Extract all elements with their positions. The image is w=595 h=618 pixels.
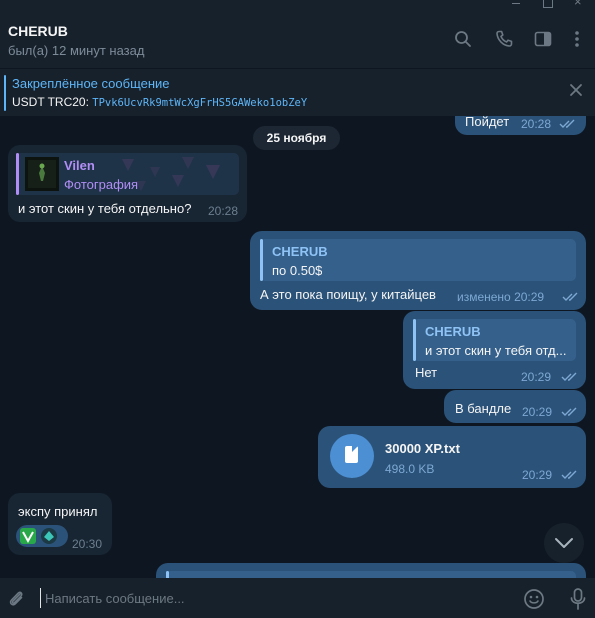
message-bubble[interactable]: CHERUB по 0.50$ А это пока поищу, у кита…	[250, 231, 586, 310]
reply-sender: Vilen	[64, 158, 95, 173]
chat-messages[interactable]: Пойдет 20:28 25 ноября Vilen Фотография	[0, 116, 595, 578]
minimize-icon[interactable]	[510, 0, 522, 8]
message-text: Нет	[415, 365, 438, 380]
paperclip-icon[interactable]	[6, 589, 26, 609]
message-time: 20:29	[521, 370, 552, 384]
message-text: В бандле	[455, 401, 512, 416]
message-bubble[interactable]	[156, 563, 586, 578]
reply-accent-bar	[166, 571, 169, 578]
close-window-icon[interactable]	[573, 0, 585, 9]
message-bubble[interactable]: Vilen Фотография и этот скин у тебя отде…	[8, 145, 247, 222]
message-bubble[interactable]: В бандле 20:29	[444, 390, 586, 423]
message-bubble[interactable]: CHERUB и этот скин у тебя отд... Нет 20:…	[403, 311, 586, 389]
reply-sender: CHERUB	[272, 244, 328, 259]
sidebar-toggle-icon[interactable]	[533, 29, 553, 49]
message-composer	[0, 578, 595, 618]
file-size: 498.0 KB	[385, 462, 435, 476]
date-separator: 25 ноября	[253, 126, 340, 150]
double-check-icon	[561, 372, 577, 381]
file-message-bubble[interactable]: 30000 XP.txt 498.0 KB 20:29	[318, 426, 586, 488]
message-text: А это пока поищу, у китайцев	[260, 287, 436, 302]
message-time: 20:28	[521, 117, 552, 131]
reaction-badge[interactable]	[16, 525, 68, 547]
reply-accent-bar	[16, 153, 19, 195]
reply-accent-bar	[413, 319, 416, 361]
phone-icon[interactable]	[494, 29, 514, 49]
message-text: экспу принял	[18, 504, 98, 519]
reply-preview[interactable]: CHERUB по 0.50$	[260, 239, 576, 281]
message-bubble[interactable]: экспу принял 20:30	[8, 493, 112, 555]
reply-pattern	[122, 157, 220, 191]
emoji-icon[interactable]	[523, 588, 545, 610]
search-icon[interactable]	[453, 29, 473, 49]
pinned-text-prefix: USDT TRC20:	[12, 95, 93, 109]
reply-preview[interactable]: Vilen Фотография	[16, 153, 239, 195]
chevron-down-icon[interactable]	[544, 523, 584, 563]
window-titlebar	[0, 0, 595, 10]
message-time: 20:28	[208, 204, 239, 218]
chat-status: был(а) 12 минут назад	[8, 43, 145, 58]
double-check-icon	[561, 470, 577, 479]
pinned-address: TPvk6UcvRk9mtWcXgFrHS5GAWeko1obZeY	[92, 97, 308, 109]
message-input[interactable]	[40, 588, 500, 608]
message-text: Пойдет	[465, 116, 510, 129]
message-bubble[interactable]: Пойдет 20:28	[455, 116, 586, 135]
chat-header[interactable]: CHERUB был(а) 12 минут назад	[0, 10, 595, 68]
message-time: 20:29	[522, 405, 553, 419]
message-time: 20:29	[522, 468, 553, 482]
reply-preview[interactable]: CHERUB и этот скин у тебя отд...	[413, 319, 576, 361]
double-check-icon	[562, 292, 578, 301]
pinned-accent-bar	[4, 75, 6, 111]
microphone-icon[interactable]	[568, 587, 588, 611]
more-vert-icon[interactable]	[567, 29, 587, 49]
message-time: 20:30	[72, 537, 103, 551]
maximize-icon[interactable]	[541, 0, 553, 8]
pinned-message-bar[interactable]: Закреплённое сообщение USDT TRC20: TPvk6…	[0, 68, 595, 116]
double-check-icon	[559, 119, 575, 128]
reply-accent-bar	[260, 239, 263, 281]
message-text: и этот скин у тебя отдельно?	[18, 201, 192, 216]
close-icon[interactable]	[568, 82, 584, 98]
file-icon[interactable]	[330, 434, 374, 478]
message-time: изменено 20:29	[457, 290, 545, 304]
reply-sender: CHERUB	[425, 324, 481, 339]
file-name[interactable]: 30000 XP.txt	[385, 441, 460, 456]
pinned-text: USDT TRC20: TPvk6UcvRk9mtWcXgFrHS5GAWeko…	[12, 95, 307, 109]
double-check-icon	[561, 407, 577, 416]
reply-preview[interactable]	[166, 571, 576, 578]
reply-text: по 0.50$	[272, 263, 323, 278]
reply-text: и этот скин у тебя отд...	[425, 343, 567, 358]
chat-name[interactable]: CHERUB	[8, 23, 68, 39]
pinned-title: Закреплённое сообщение	[12, 76, 170, 91]
photo-thumbnail	[25, 157, 59, 191]
